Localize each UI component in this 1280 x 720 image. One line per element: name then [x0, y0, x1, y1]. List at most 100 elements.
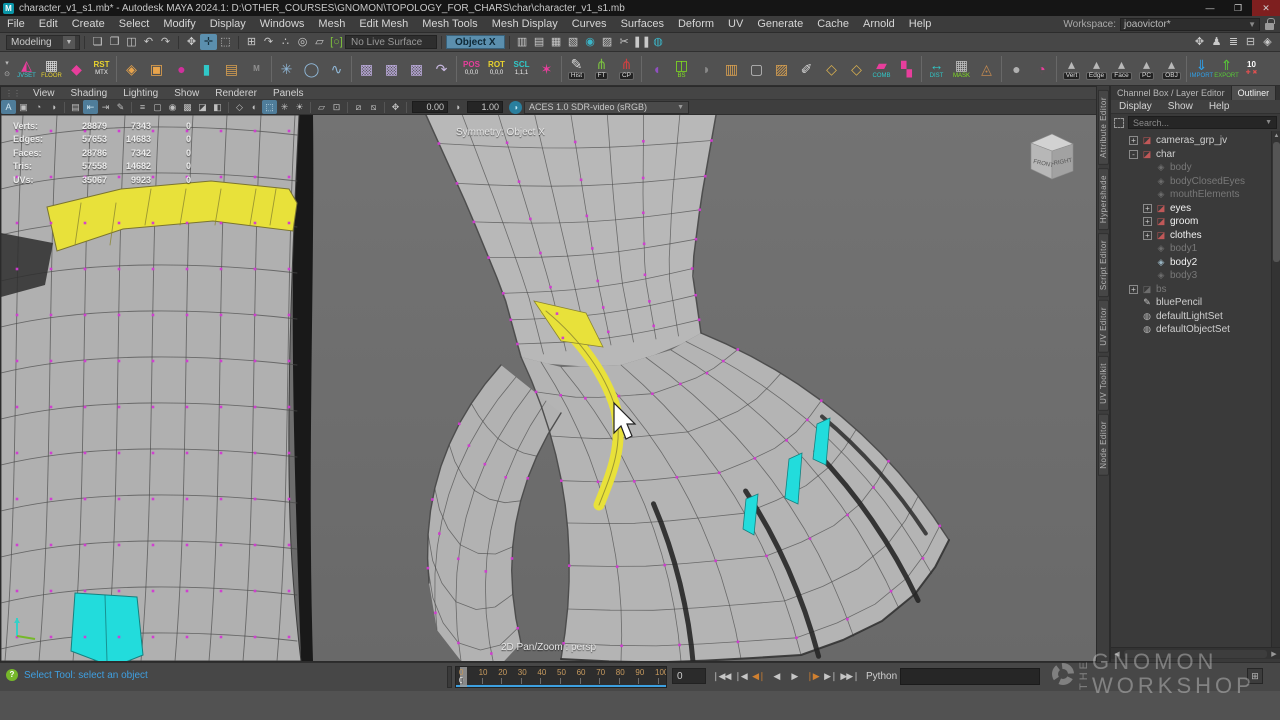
expand-toggle-icon[interactable]: - [1129, 150, 1138, 159]
menu-display[interactable]: Display [203, 18, 253, 30]
rot-reset-shelf-icon[interactable]: ROT0,0,0 [484, 53, 509, 85]
pentagon-shelf-icon[interactable]: ◆ [64, 53, 89, 85]
brown-diamond-shelf-icon[interactable]: ◬ [974, 53, 999, 85]
undo-icon[interactable]: ↶ [140, 34, 157, 50]
render-settings-icon[interactable]: ▨ [599, 34, 616, 50]
import-shelf-icon[interactable]: ⇓IMPORT [1189, 53, 1214, 85]
shelf-gear-icon[interactable]: ⊙ [4, 70, 10, 78]
comb-shelf-icon[interactable]: ▰COMB [869, 53, 894, 85]
select-camera-icon[interactable]: A [1, 100, 16, 114]
menu-uv[interactable]: UV [721, 18, 750, 30]
go-to-end-button[interactable]: ▶▶❘ [840, 667, 858, 685]
current-frame-field[interactable]: 0 [672, 668, 706, 684]
outliner-item-defaultLightSet[interactable]: ◍defaultLightSet [1111, 310, 1280, 324]
expand-toggle-icon[interactable]: + [1143, 204, 1152, 213]
gold-diamond-1-shelf-icon[interactable]: ◇ [819, 53, 844, 85]
resolution-gate-icon[interactable]: ⧅ [366, 100, 381, 114]
menu-file[interactable]: File [0, 18, 32, 30]
bookmark-icon[interactable]: ◑ [46, 100, 61, 114]
image-plane-icon[interactable]: ▤ [68, 100, 83, 114]
outliner-item-mouthElements[interactable]: ◈mouthElements [1111, 188, 1280, 202]
rst-mtx-shelf-icon[interactable]: RSTMTX [89, 53, 114, 85]
help-icon[interactable]: ? [6, 669, 18, 681]
progressive-render-icon[interactable]: ◉ [582, 34, 599, 50]
hist-shelf-icon[interactable]: ✎Hist [564, 53, 589, 85]
symmetry-object-field[interactable]: Object X [446, 35, 505, 49]
snap-to-projected-center-icon[interactable]: ◎ [294, 34, 311, 50]
menu-windows[interactable]: Windows [253, 18, 312, 30]
panel-menu-shading[interactable]: Shading [63, 88, 116, 99]
panel-menu-view[interactable]: View [25, 88, 63, 99]
wireframe-on-shaded-icon[interactable]: ⬚ [262, 100, 277, 114]
quarter-shaded-circle-shelf-icon[interactable]: ◔ [1029, 53, 1054, 85]
sidebar-tab-hypershade[interactable]: Hypershade [1098, 168, 1109, 230]
mask-shelf-icon[interactable]: ▦MASK [949, 53, 974, 85]
outliner-item-body3[interactable]: ◈body3 [1111, 269, 1280, 283]
select-by-hierarchy-icon[interactable]: ✥ [183, 34, 200, 50]
outliner-menu-show[interactable]: Show [1160, 101, 1201, 112]
new-scene-icon[interactable]: ❏ [89, 34, 106, 50]
menu-cache[interactable]: Cache [810, 18, 856, 30]
menu-mesh-tools[interactable]: Mesh Tools [415, 18, 484, 30]
menu-curves[interactable]: Curves [565, 18, 614, 30]
lock-icon[interactable] [1265, 23, 1274, 30]
expand-toggle-icon[interactable]: + [1129, 136, 1138, 145]
gamma-icon[interactable]: ◑ [450, 100, 465, 114]
outliner-item-eyes[interactable]: +◪eyes [1111, 202, 1280, 216]
menu-set-selector[interactable]: Modeling▼ [6, 35, 80, 50]
outliner-horizontal-scrollbar[interactable]: ◀ ▶ [1111, 647, 1280, 659]
plane-icon[interactable]: ▱ [314, 100, 329, 114]
menu-edit[interactable]: Edit [32, 18, 65, 30]
outliner-search-input[interactable]: Search...▼ [1128, 116, 1277, 129]
letter-m-shelf-icon[interactable]: M [244, 53, 269, 85]
outliner-item-defaultObjectSet[interactable]: ◍defaultObjectSet [1111, 323, 1280, 337]
render-view-icon[interactable]: ▥ [514, 34, 531, 50]
poly-cylinder-shelf-icon[interactable]: ▮ [194, 53, 219, 85]
poly-barrel-shelf-icon[interactable]: ▤ [219, 53, 244, 85]
outliner-vertical-scrollbar[interactable]: ▲ [1271, 131, 1280, 647]
outliner-item-cameras_grp_jv[interactable]: +◪cameras_grp_jv [1111, 134, 1280, 148]
select-by-object-icon[interactable]: ✛ [200, 34, 217, 50]
panel-menu-show[interactable]: Show [166, 88, 207, 99]
mirror-left-shelf-icon[interactable]: ◖ [644, 53, 669, 85]
field-chart-icon[interactable]: ⧄ [351, 100, 366, 114]
attribute-editor-toggle-icon[interactable]: ⊟ [1242, 34, 1259, 50]
pencil-curve-shelf-icon[interactable]: ∿ [324, 53, 349, 85]
component-boxes-shelf-icon[interactable]: ▨ [769, 53, 794, 85]
panel-tab-outliner[interactable]: Outliner [1232, 86, 1277, 100]
ep-curve-shelf-icon[interactable]: ✳ [274, 53, 299, 85]
shaded-icon[interactable]: ▢ [150, 100, 165, 114]
show-manipulator-icon[interactable]: ✥ [1191, 34, 1208, 50]
redo-icon[interactable]: ↷ [157, 34, 174, 50]
play-backwards-button[interactable]: ◀ [768, 667, 784, 685]
sun-shelf-icon[interactable]: ✶ [534, 53, 559, 85]
xray-icon[interactable]: ◐ [247, 100, 262, 114]
pc-mask-shelf-icon[interactable]: ▴PC [1134, 53, 1159, 85]
gate-mask-icon[interactable]: ⊡ [329, 100, 344, 114]
menu-mesh-display[interactable]: Mesh Display [485, 18, 565, 30]
exposure-field[interactable]: 0.00 [412, 101, 448, 113]
save-scene-icon[interactable]: ◫ [123, 34, 140, 50]
hypershade-icon[interactable]: ◍ [650, 34, 667, 50]
gold-diamond-2-shelf-icon[interactable]: ◇ [844, 53, 869, 85]
dist-shelf-icon[interactable]: ↔DIST [924, 53, 949, 85]
scroll-left-icon[interactable]: ◀ [1111, 650, 1123, 658]
play-forwards-button[interactable]: ▶ [786, 667, 802, 685]
scroll-up-icon[interactable]: ▲ [1272, 131, 1280, 141]
greasepencil-icon[interactable]: ✎ [113, 100, 128, 114]
poly-sphere-shelf-icon[interactable]: ● [169, 53, 194, 85]
view-cube[interactable]: FRONT RIGHT [1023, 129, 1081, 185]
sidebar-tab-node-editor[interactable]: Node Editor [1098, 414, 1109, 476]
2d-pan-zoom-icon[interactable]: ⇤ [83, 100, 98, 114]
default-material-icon[interactable]: ✳ [277, 100, 292, 114]
menu-help[interactable]: Help [902, 18, 939, 30]
step-forward-key-button[interactable]: ❘▶ [804, 667, 820, 685]
colorspace-selector[interactable]: ACES 1.0 SDR-video (sRGB)▼ [524, 101, 689, 114]
use-all-lights-icon[interactable]: ▩ [180, 100, 195, 114]
sidebar-tab-attribute-editor[interactable]: Attribute Editor [1098, 90, 1109, 165]
outliner-menu-help[interactable]: Help [1201, 101, 1238, 112]
poly-diamond-shelf-icon[interactable]: ◈ [119, 53, 144, 85]
maximize-button[interactable]: ❐ [1224, 0, 1252, 16]
ten-shelf-icon[interactable]: 10✚ ✖ [1239, 53, 1264, 85]
cut-faces-icon[interactable]: ✂ [616, 34, 633, 50]
